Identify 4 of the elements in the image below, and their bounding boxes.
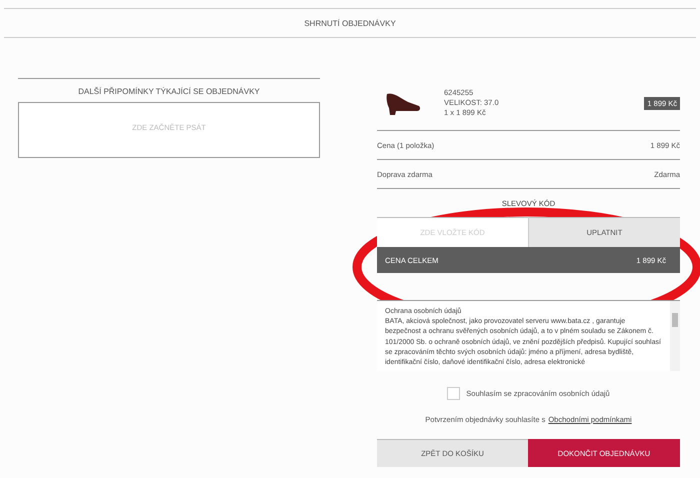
notes-title: DALŠÍ PŘIPOMÍNKY TÝKAJÍCÍ SE OBJEDNÁVKY xyxy=(78,87,260,96)
scrollbar[interactable] xyxy=(670,301,680,371)
page-title: SHRNUTÍ OBJEDNÁVKY xyxy=(304,18,396,28)
consent-checkbox[interactable] xyxy=(447,387,460,400)
